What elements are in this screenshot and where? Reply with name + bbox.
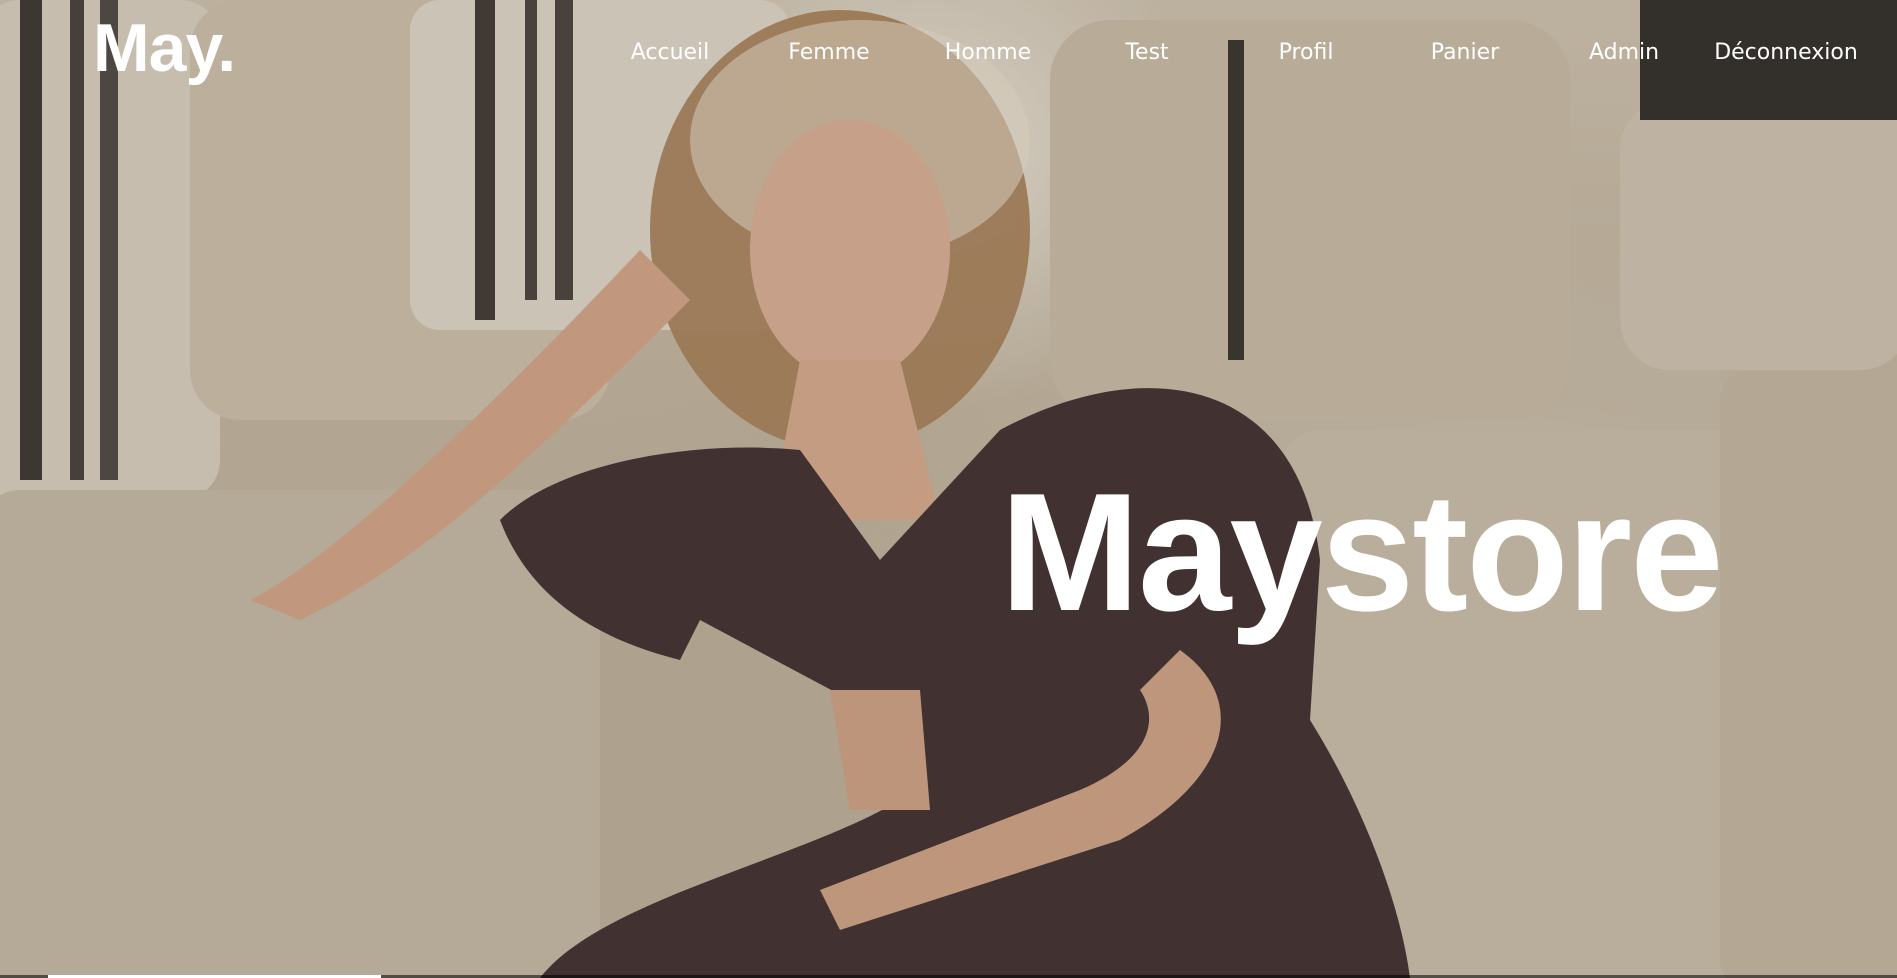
home-page: May. Accueil Femme Homme Test Profil Pan… — [0, 0, 1897, 978]
hero-title: Maystore — [1000, 458, 1724, 646]
nav-test[interactable]: Test — [1125, 40, 1168, 65]
nav-deconnexion[interactable]: Déconnexion — [1714, 40, 1858, 65]
top-navigation-bar: May. Accueil Femme Homme Test Profil Pan… — [0, 0, 1897, 110]
nav-accueil[interactable]: Accueil — [631, 40, 710, 65]
nav-homme[interactable]: Homme — [945, 40, 1031, 65]
nav-profil[interactable]: Profil — [1279, 40, 1334, 65]
nav-admin[interactable]: Admin — [1589, 40, 1659, 65]
nav-panier[interactable]: Panier — [1431, 40, 1499, 65]
nav-femme[interactable]: Femme — [788, 40, 869, 65]
main-nav: Accueil Femme Homme Test Profil Panier A… — [0, 40, 1897, 74]
